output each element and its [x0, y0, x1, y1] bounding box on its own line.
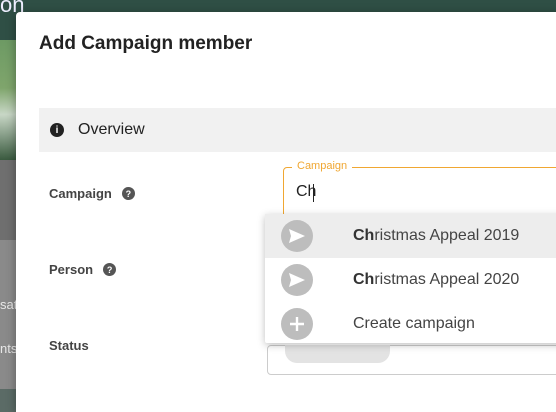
campaign-autocomplete[interactable]: Campaign	[283, 160, 556, 221]
campaign-floating-label: Campaign	[292, 160, 353, 172]
dialog-title: Add Campaign member	[39, 33, 253, 54]
info-icon: i	[50, 123, 64, 137]
suggestion-label: Create campaign	[353, 315, 475, 332]
campaign-suggestions: Christmas Appeal 2019 Christmas Appeal 2…	[265, 214, 556, 343]
person-field-label: Person ?	[49, 262, 117, 277]
campaign-field-label: Campaign ?	[49, 186, 135, 201]
campaign-label-text: Campaign	[49, 186, 112, 201]
person-label-text: Person	[49, 262, 94, 277]
text-caret	[313, 184, 314, 202]
help-icon[interactable]: ?	[121, 187, 135, 200]
background-text-fragment: sat	[0, 297, 18, 312]
status-label-text: Status	[49, 338, 89, 353]
send-icon	[281, 220, 313, 252]
suggestion-item[interactable]: Christmas Appeal 2019	[265, 214, 556, 258]
suggestion-item[interactable]: Christmas Appeal 2020	[265, 258, 556, 302]
section-label: Overview	[78, 121, 145, 138]
campaign-input[interactable]	[296, 183, 556, 201]
overview-section-header[interactable]: i Overview	[39, 108, 556, 152]
suggestion-label: Christmas Appeal 2019	[353, 227, 520, 244]
help-icon[interactable]: ?	[103, 263, 117, 276]
background-text-fragment: nts	[0, 341, 18, 356]
send-icon	[281, 264, 313, 296]
status-chip	[285, 345, 390, 363]
create-campaign-item[interactable]: Create campaign	[265, 302, 556, 346]
suggestion-label: Christmas Appeal 2020	[353, 271, 520, 288]
status-field-label: Status	[49, 338, 89, 353]
plus-icon	[281, 308, 313, 340]
